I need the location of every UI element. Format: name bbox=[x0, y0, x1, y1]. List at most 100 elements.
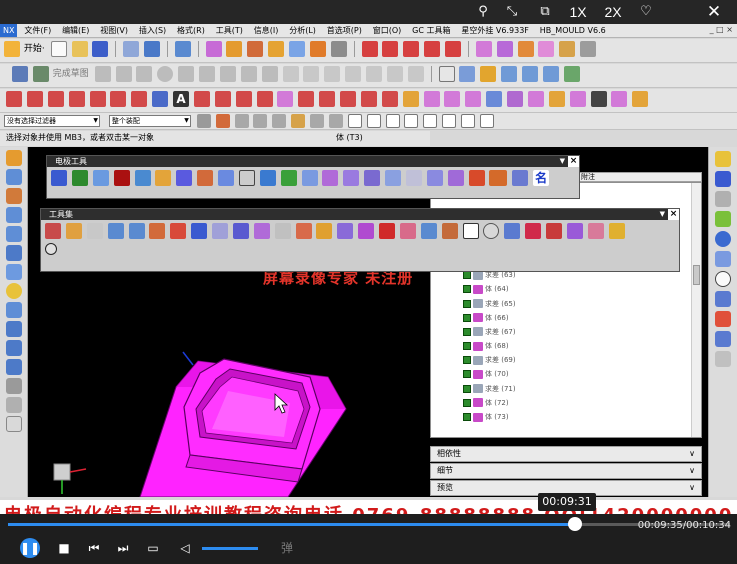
set-tool-25[interactable] bbox=[546, 223, 562, 239]
surface-icon-8[interactable] bbox=[548, 91, 565, 107]
folder-icon[interactable]: ▭ bbox=[143, 538, 163, 558]
surface-icon-1[interactable] bbox=[402, 91, 419, 107]
constraint-icon-5[interactable] bbox=[366, 66, 383, 82]
feature-icon-6[interactable] bbox=[580, 41, 597, 57]
speed-1x-button[interactable]: 1X bbox=[565, 2, 591, 22]
visibility-checkbox[interactable] bbox=[463, 356, 471, 365]
feature-icon-2[interactable] bbox=[496, 41, 513, 57]
left-tool-icon-11[interactable] bbox=[6, 340, 22, 356]
set-tool-20[interactable] bbox=[441, 223, 458, 239]
navigator-row[interactable]: 体 (66) bbox=[431, 311, 701, 325]
external-open-icon[interactable]: ⧉ bbox=[532, 2, 558, 22]
surface-icon-7[interactable] bbox=[527, 91, 544, 107]
pause-icon[interactable]: ❚❚ bbox=[20, 538, 40, 558]
set-tool-4[interactable] bbox=[107, 223, 124, 239]
section-details[interactable]: 细节 ∨ bbox=[430, 463, 702, 479]
shaded-icon[interactable] bbox=[144, 41, 160, 57]
set-tool-15[interactable] bbox=[337, 223, 354, 239]
danmu-toggle[interactable]: 弹 bbox=[281, 538, 293, 558]
filter-icon-5[interactable] bbox=[272, 114, 287, 128]
divide-icon[interactable] bbox=[360, 91, 377, 107]
ele-tool-19[interactable] bbox=[426, 170, 443, 186]
surface-icon-5[interactable] bbox=[486, 91, 503, 107]
menu-xingkong[interactable]: 星空外挂 V6.933F bbox=[457, 24, 533, 37]
palette-close-icon[interactable]: × bbox=[568, 156, 579, 167]
surface-icon-12[interactable] bbox=[632, 91, 649, 107]
constraint-icon-7[interactable] bbox=[407, 66, 424, 82]
rectangle-icon[interactable] bbox=[219, 66, 236, 82]
ele-tool-21[interactable] bbox=[468, 170, 485, 186]
set-tool-1[interactable] bbox=[45, 223, 61, 239]
menu-preferences[interactable]: 首选项(P) bbox=[323, 24, 366, 37]
corner-draw-icon[interactable] bbox=[68, 91, 85, 107]
snap-midpoint-icon[interactable] bbox=[366, 114, 381, 128]
left-tool-icon-15[interactable] bbox=[6, 416, 22, 432]
visibility-checkbox[interactable] bbox=[463, 299, 471, 308]
set-tool-24[interactable] bbox=[525, 223, 542, 239]
set-tool-11[interactable] bbox=[253, 223, 270, 239]
resource-icon-1[interactable] bbox=[715, 151, 731, 167]
set-tool-6[interactable] bbox=[149, 223, 166, 239]
navigator-scrollbar[interactable] bbox=[691, 183, 701, 437]
surface-icon-2[interactable] bbox=[423, 91, 440, 107]
left-tool-icon-9[interactable] bbox=[6, 302, 22, 318]
snap-intersect-icon[interactable] bbox=[404, 114, 419, 128]
previous-icon[interactable]: ⏮ bbox=[84, 538, 104, 558]
snap-quadrant-icon[interactable] bbox=[442, 114, 457, 128]
ele-tool-7[interactable] bbox=[176, 170, 193, 186]
snap-center-icon[interactable] bbox=[423, 114, 438, 128]
volume-slider[interactable] bbox=[202, 547, 258, 550]
feature-icon-3[interactable] bbox=[517, 41, 534, 57]
snap-icon-1[interactable] bbox=[310, 114, 324, 128]
navigator-row[interactable]: 体 (70) bbox=[431, 367, 701, 381]
surface-icon-11[interactable] bbox=[611, 91, 628, 107]
project-icon[interactable] bbox=[277, 91, 294, 107]
profile-icon[interactable] bbox=[94, 66, 111, 82]
navigator-row[interactable]: 求差 (67) bbox=[431, 325, 701, 339]
name-tool-icon[interactable]: 名 bbox=[533, 170, 550, 186]
left-tool-icon-3[interactable] bbox=[6, 188, 22, 204]
navigator-row[interactable]: 体 (64) bbox=[431, 282, 701, 296]
finish-sketch-icon[interactable] bbox=[32, 66, 49, 82]
menu-hb-mould[interactable]: HB_MOULD V6.6 bbox=[536, 24, 610, 37]
navigator-row[interactable]: 求差 (69) bbox=[431, 353, 701, 367]
ele-tool-14[interactable] bbox=[322, 170, 339, 186]
navigator-row[interactable]: 体 (73) bbox=[431, 410, 701, 424]
surface-icon-3[interactable] bbox=[444, 91, 461, 107]
mould-icon-5[interactable] bbox=[289, 41, 305, 57]
close-icon[interactable]: ✕ bbox=[701, 2, 727, 22]
type-filter-combo[interactable]: 没有选择过滤器 bbox=[4, 115, 100, 127]
palette-menu-icon[interactable]: ▼ bbox=[660, 209, 665, 220]
pin-icon[interactable]: ⚲ bbox=[470, 2, 496, 22]
combine-icon[interactable] bbox=[298, 91, 315, 107]
navigator-scroll-thumb[interactable] bbox=[693, 265, 700, 285]
speed-2x-button[interactable]: 2X bbox=[600, 2, 626, 22]
left-tool-icon-5[interactable] bbox=[6, 226, 22, 242]
resource-icon-8[interactable] bbox=[715, 291, 731, 307]
line-draw-icon[interactable] bbox=[6, 91, 22, 107]
point-icon[interactable] bbox=[193, 91, 210, 107]
set-tool-2[interactable] bbox=[65, 223, 82, 239]
ele-tool-9[interactable] bbox=[218, 170, 234, 186]
bulb-icon[interactable]: ♡ bbox=[633, 2, 659, 22]
resource-icon-2[interactable] bbox=[715, 171, 731, 187]
set-tool-27[interactable] bbox=[587, 223, 604, 239]
visibility-checkbox[interactable] bbox=[463, 398, 471, 407]
progress-knob[interactable] bbox=[567, 517, 582, 531]
graphics-viewport[interactable] bbox=[28, 147, 430, 497]
surface-icon-9[interactable] bbox=[569, 91, 586, 107]
menu-window[interactable]: 窗口(O) bbox=[369, 24, 406, 37]
helix-icon[interactable] bbox=[152, 91, 169, 107]
mould-icon-3[interactable] bbox=[247, 41, 264, 57]
wireframe-icon[interactable] bbox=[123, 41, 140, 57]
shrink-icon[interactable]: ⤡ bbox=[499, 2, 525, 22]
curve-icon-6[interactable] bbox=[542, 66, 559, 82]
left-tool-icon-10[interactable] bbox=[6, 321, 22, 337]
ele-tool-20[interactable] bbox=[447, 170, 464, 186]
surface-icon-10[interactable] bbox=[590, 91, 607, 107]
visibility-checkbox[interactable] bbox=[463, 342, 471, 351]
constraint-icon-6[interactable] bbox=[386, 66, 403, 82]
set-tool-5[interactable] bbox=[128, 223, 145, 239]
set-tool-18[interactable] bbox=[399, 223, 416, 239]
mould-icon-4[interactable] bbox=[268, 41, 285, 57]
